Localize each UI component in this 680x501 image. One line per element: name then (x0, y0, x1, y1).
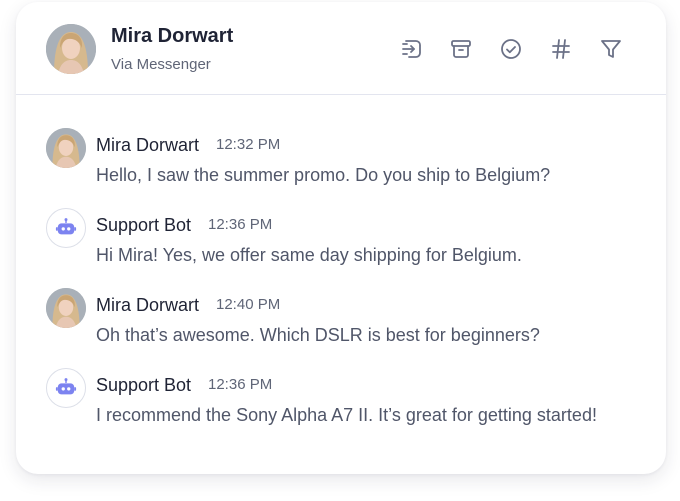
hashtag-icon[interactable] (548, 36, 574, 62)
conversation-header: Mira Dorwart Via Messenger (16, 2, 666, 95)
message-text: I recommend the Sony Alpha A7 II. It’s g… (96, 405, 597, 425)
message-avatar-user[interactable] (46, 128, 86, 168)
message-text: Hi Mira! Yes, we offer same day shipping… (96, 245, 522, 265)
message-sender: Mira Dorwart (96, 295, 200, 315)
message-avatar-bot[interactable] (46, 208, 86, 248)
message-time: 12:40 PM (216, 296, 281, 313)
message-sender: Support Bot (96, 215, 192, 235)
message-text: Oh that’s awesome. Which DSLR is best fo… (96, 325, 540, 345)
message-sender: Mira Dorwart (96, 135, 200, 155)
message-time: 12:32 PM (216, 136, 281, 153)
message-sender: Support Bot (96, 375, 192, 395)
bot-icon (55, 378, 77, 395)
message-time: 12:36 PM (208, 376, 273, 393)
contact-avatar[interactable] (46, 24, 96, 74)
archive-icon[interactable] (448, 36, 474, 62)
conversation-card: Mira Dorwart Via Messenger Mira Dorwart … (16, 2, 666, 474)
contact-name: Mira Dorwart (111, 25, 234, 47)
bot-icon (55, 218, 77, 235)
message-avatar-bot[interactable] (46, 368, 86, 408)
filter-icon[interactable] (598, 36, 624, 62)
message-time: 12:36 PM (208, 216, 273, 233)
assign-icon[interactable] (399, 36, 425, 62)
message-avatar-user[interactable] (46, 288, 86, 328)
resolve-check-icon[interactable] (498, 36, 524, 62)
contact-channel: Via Messenger (111, 56, 211, 73)
message-text: Hello, I saw the summer promo. Do you sh… (96, 165, 551, 185)
